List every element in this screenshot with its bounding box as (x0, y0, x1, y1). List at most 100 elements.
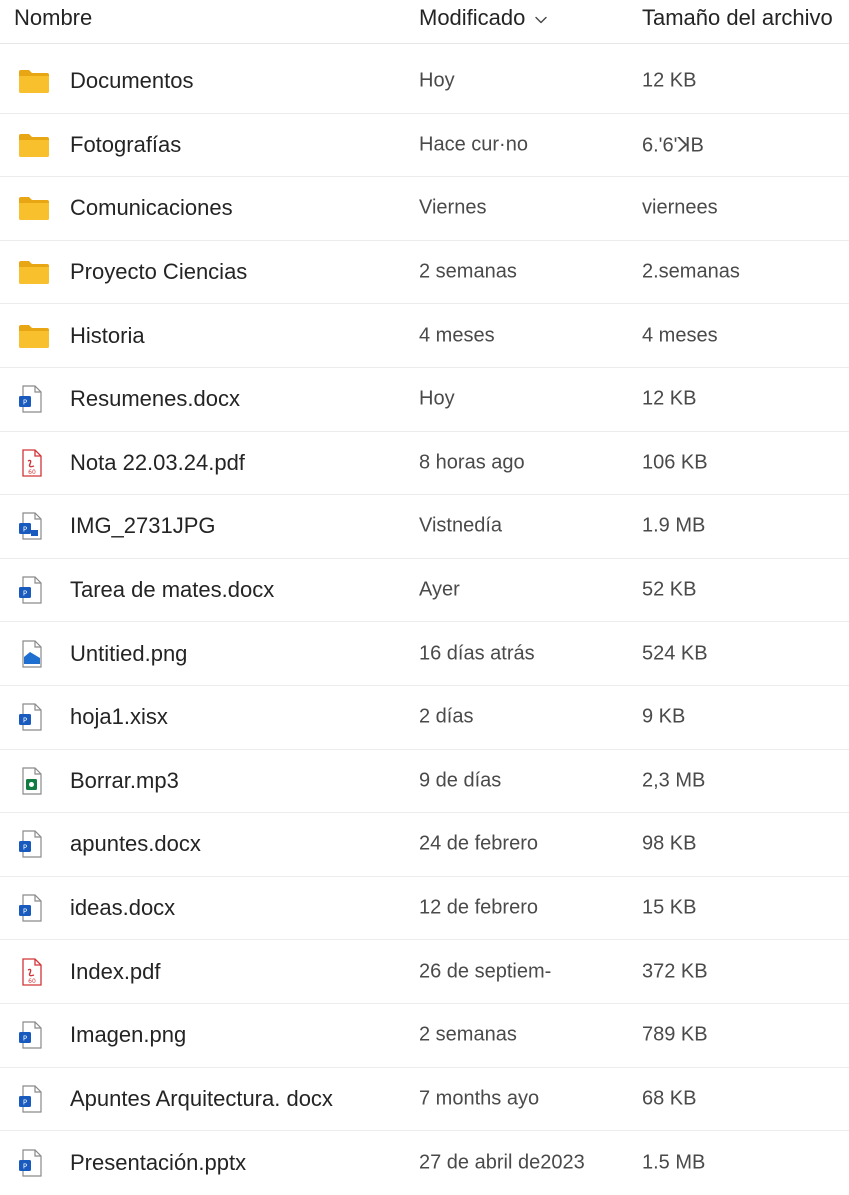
word-document-icon: P (18, 894, 50, 922)
file-row[interactable]: 60 Index.pdf 26 de septiem- 372 KB (0, 940, 849, 1004)
file-size: 524 KB (642, 642, 708, 665)
file-row[interactable]: 60 Nota 22.03.24.pdf 8 horas ago 106 KB (0, 432, 849, 496)
file-size: 4 meses (642, 324, 718, 347)
file-modified: 12 de febrero (419, 896, 538, 919)
svg-text:P: P (23, 1098, 27, 1106)
file-name[interactable]: Apuntes Arquitectura. docx (70, 1086, 333, 1112)
file-name[interactable]: ideas.docx (70, 895, 175, 921)
column-header-modified-label: Modificado (419, 5, 526, 30)
file-row[interactable]: Papuntes.docx 24 de febrero 98 KB (0, 813, 849, 877)
file-modified: 16 días atrás (419, 642, 535, 665)
svg-text:P: P (23, 1035, 27, 1043)
file-name[interactable]: Tarea de mates.docx (70, 577, 274, 603)
word-document-icon: P (18, 1021, 50, 1049)
folder-icon (18, 258, 50, 286)
svg-text:P: P (23, 908, 27, 916)
svg-text:P: P (23, 844, 27, 852)
file-modified: Hace cur·no (419, 133, 528, 156)
pdf-icon: 60 (18, 957, 50, 986)
file-size: 372 KB (642, 960, 708, 983)
word-document-icon: P (18, 830, 50, 859)
folder-icon (18, 131, 50, 159)
column-header-size[interactable]: Tamaño del archivo (642, 4, 833, 32)
folder-icon (18, 194, 50, 222)
file-size: 68 KB (642, 1087, 697, 1110)
file-row[interactable]: Historia 4 meses 4 meses (0, 304, 849, 368)
file-size: 789 KB (642, 1023, 708, 1046)
file-modified: Vistnedía (419, 514, 503, 537)
word-document-icon: P (18, 1085, 50, 1113)
svg-text:P: P (23, 590, 27, 598)
file-list: Documentos Hoy 12 KB Fotografías Hace cur·no… (0, 50, 849, 1195)
file-modified: 4 meses (419, 324, 495, 347)
file-modified: 7 months ayo (419, 1087, 540, 1110)
file-row[interactable]: P Imagen.png 2 semanas 789 KB (0, 1004, 849, 1068)
file-row[interactable]: Untitied.png 16 días atrás 524 KB (0, 622, 849, 686)
column-header-name[interactable]: Nombre (14, 4, 92, 32)
file-name[interactable]: Resumenes.docx (70, 386, 240, 412)
file-size: 6.'6'ꓘB (642, 134, 704, 157)
file-row[interactable]: Documentos Hoy 12 KB (0, 50, 849, 114)
file-name[interactable]: Documentos (70, 68, 194, 94)
file-size: 52 KB (642, 578, 697, 601)
svg-text:60: 60 (28, 469, 36, 476)
file-modified: Hoy (419, 387, 455, 410)
file-modified: 2 días (419, 705, 474, 728)
file-size: 2.semanas (642, 260, 740, 283)
file-row[interactable]: Borrar.mp3 9 de días 2,3 MB (0, 750, 849, 814)
file-name[interactable]: Untitied.png (70, 641, 187, 667)
file-size: 1.5 MB (642, 1151, 706, 1174)
chevron-down-icon[interactable] (535, 3, 548, 31)
word-document-icon: P (18, 385, 50, 413)
file-row[interactable]: Pideas.docx 12 de febrero 15 KB (0, 877, 849, 941)
file-row[interactable]: P Presentación.pptx 27 de abril de2023 1.5 … (0, 1131, 849, 1195)
file-name[interactable]: Historia (70, 323, 145, 349)
file-name[interactable]: Index.pdf (70, 959, 161, 985)
file-modified: 2 semanas (419, 260, 517, 283)
file-size: 106 KB (642, 451, 708, 474)
file-modified: 8 horas ago (419, 451, 525, 474)
file-row[interactable]: P Apuntes Arquitectura. docx 7 months ayo 6… (0, 1068, 849, 1132)
svg-text:P: P (23, 526, 27, 534)
file-row[interactable]: Phoja1.xisx 2 días 9 KB (0, 686, 849, 750)
file-name[interactable]: IMG_2731JPG (70, 513, 216, 539)
file-name[interactable]: Comunicaciones (70, 195, 233, 221)
file-name[interactable]: hoja1.xisx (70, 704, 168, 730)
word-document-icon: P (18, 576, 50, 604)
audio-file-icon (18, 767, 50, 795)
file-row[interactable]: Comunicaciones Viernes viernees (0, 177, 849, 241)
file-modified: 9 de días (419, 769, 502, 792)
file-modified: Hoy (419, 69, 455, 92)
folder-icon (18, 322, 50, 350)
svg-text:P: P (23, 1162, 27, 1170)
pdf-icon: 60 (18, 449, 50, 477)
file-name[interactable]: Presentación.pptx (70, 1150, 246, 1176)
svg-text:P: P (23, 399, 27, 407)
file-size: 9 KB (642, 705, 686, 728)
file-size: 2,3 MB (642, 769, 706, 792)
folder-icon (18, 67, 50, 95)
file-modified: Ayer (419, 578, 460, 601)
word-document-icon: P (18, 703, 50, 731)
svg-text:60: 60 (28, 978, 36, 985)
file-modified: 2 semanas (419, 1023, 517, 1046)
file-row[interactable]: P IMG_2731JPG Vistnedía 1.9 MB (0, 495, 849, 559)
file-row[interactable]: Proyecto Ciencias 2 semanas 2.semanas (0, 241, 849, 305)
file-name[interactable]: Fotografías (70, 132, 181, 158)
file-modified: 27 de abril de2023 (419, 1151, 585, 1174)
file-modified: 24 de febrero (419, 832, 538, 855)
file-name[interactable]: apuntes.docx (70, 831, 201, 857)
column-header-row: Nombre Modificado Tamaño del archivo (0, 0, 849, 44)
column-header-modified[interactable]: Modificado (419, 3, 548, 33)
file-modified: Viernes (419, 196, 487, 219)
file-name[interactable]: Proyecto Ciencias (70, 259, 247, 285)
file-name[interactable]: Borrar.mp3 (70, 768, 179, 794)
file-name[interactable]: Nota 22.03.24.pdf (70, 450, 245, 476)
file-row[interactable]: Fotografías Hace cur·no 6.'6'ꓘB (0, 114, 849, 178)
file-name[interactable]: Imagen.png (70, 1022, 186, 1048)
image-file-icon (18, 640, 50, 668)
file-size: viernees (642, 196, 718, 219)
file-modified: 26 de septiem- (419, 960, 552, 983)
file-row[interactable]: P Resumenes.docx Hoy 12 KB (0, 368, 849, 432)
file-row[interactable]: P Tarea de mates.docx Ayer 52 KB (0, 559, 849, 623)
